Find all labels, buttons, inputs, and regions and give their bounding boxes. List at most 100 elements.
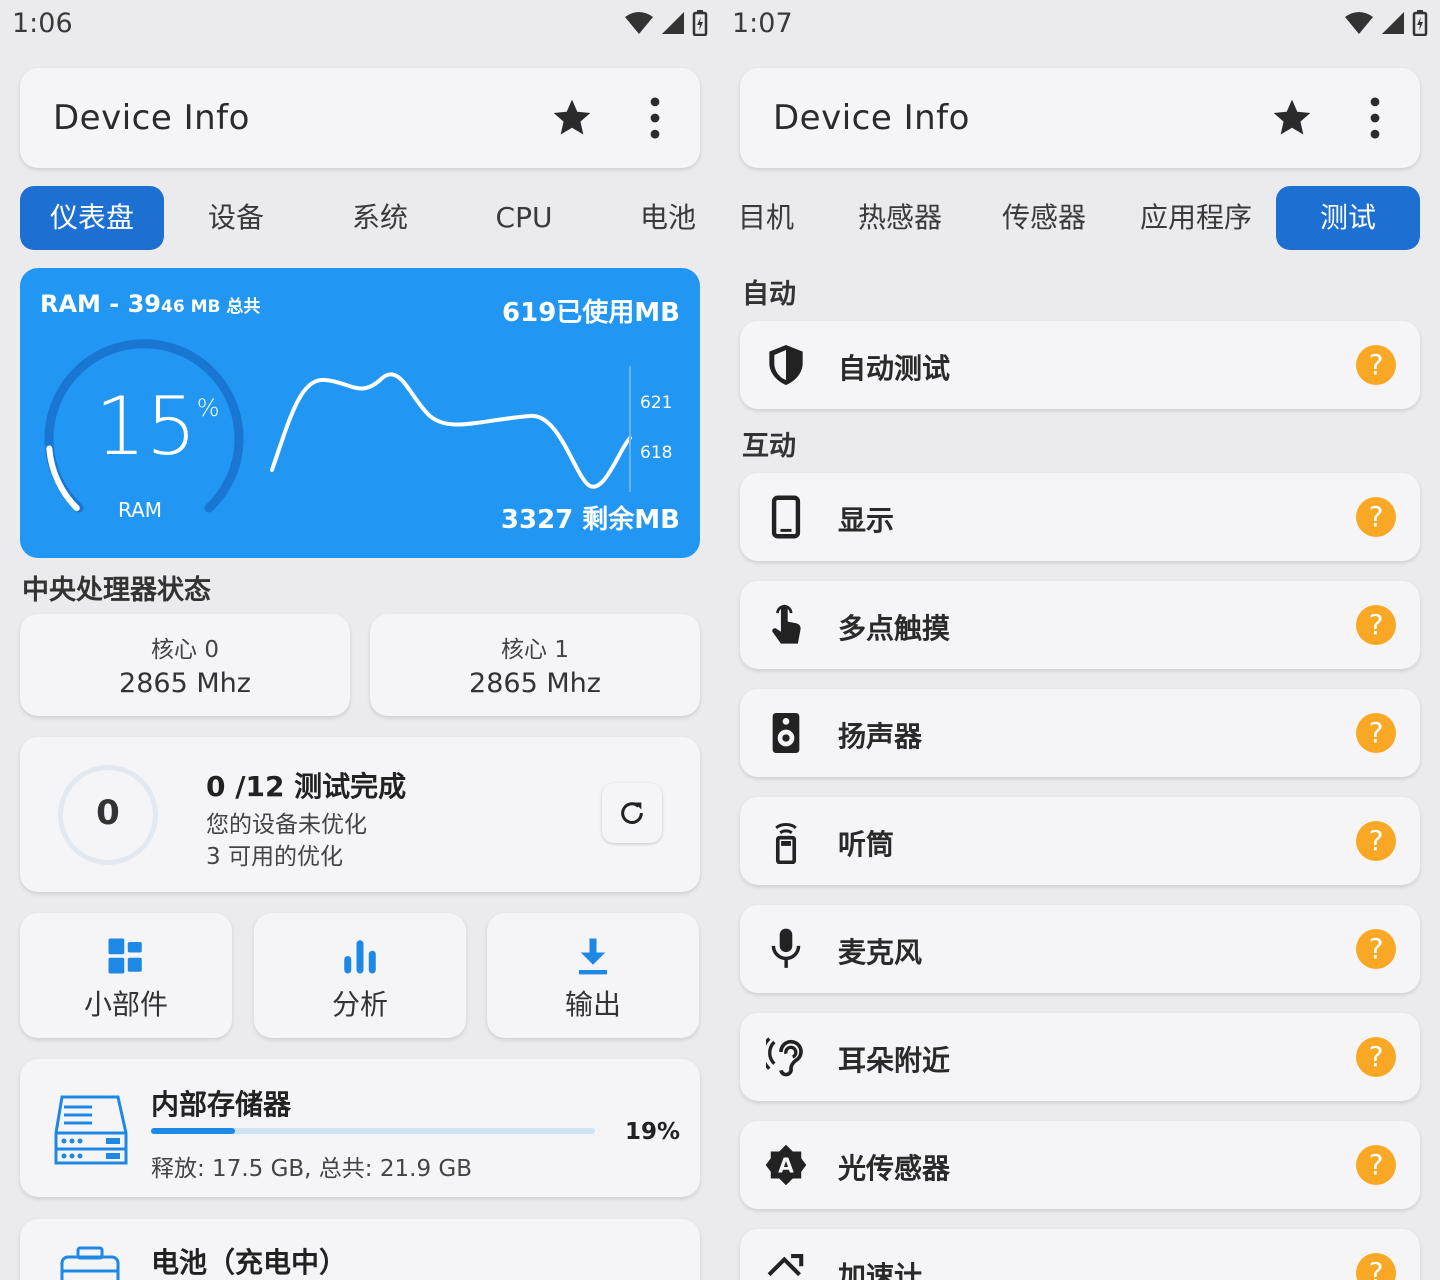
speaker-icon <box>772 713 800 753</box>
storage-progress-bar <box>151 1128 595 1134</box>
widgets-icon <box>108 938 142 974</box>
test-status: 您的设备未优化 <box>206 812 367 838</box>
tab-bar: 仪表盘 设备 系统 CPU 电池 <box>0 186 720 250</box>
list-item-label: 多点触摸 <box>838 612 951 645</box>
svg-text:A: A <box>778 1154 794 1178</box>
list-item-label: 加速计 <box>838 1260 923 1280</box>
app-title: Device Info <box>773 98 970 138</box>
core-card-0[interactable]: 核心 0 2865 Mhz <box>20 614 350 716</box>
app-bar: Device Info <box>20 68 700 168</box>
help-icon[interactable]: ? <box>1356 821 1396 861</box>
help-icon[interactable]: ? <box>1356 1145 1396 1185</box>
tab-apps[interactable]: 应用程序 <box>1116 186 1276 250</box>
light-sensor-icon: A <box>765 1144 807 1186</box>
list-item-light-sensor[interactable]: A 光传感器 ? <box>740 1121 1420 1209</box>
section-auto: 自动 <box>742 279 796 310</box>
help-icon[interactable]: ? <box>1356 1037 1396 1077</box>
storage-percent: 19% <box>624 1119 680 1145</box>
help-icon[interactable]: ? <box>1356 345 1396 385</box>
accelerometer-icon <box>767 1254 804 1277</box>
list-item-display[interactable]: 显示 ? <box>740 473 1420 561</box>
battery-case-icon <box>60 1246 120 1280</box>
more-options-icon[interactable] <box>640 96 670 140</box>
storage-title: 内部存储器 <box>151 1088 292 1121</box>
ram-used: 619已使用MB <box>502 298 680 328</box>
tab-camera[interactable]: 目机 <box>720 186 804 250</box>
list-item-accelerometer[interactable]: 加速计 ? <box>740 1229 1420 1280</box>
widgets-label: 小部件 <box>83 988 168 1021</box>
app-title: Device Info <box>53 98 250 138</box>
list-item-label: 扬声器 <box>838 720 923 753</box>
ram-total: RAM - 3946 MB 总共 <box>40 290 261 318</box>
battery-title: 电池（充电中） <box>151 1246 348 1279</box>
status-icons <box>1344 10 1428 36</box>
list-item-multitouch[interactable]: 多点触摸 ? <box>740 581 1420 669</box>
earpiece-icon <box>775 823 797 864</box>
list-item-speaker[interactable]: 扬声器 ? <box>740 689 1420 777</box>
microphone-icon <box>771 928 801 968</box>
help-icon[interactable]: ? <box>1356 1253 1396 1280</box>
ram-usage-graph <box>270 366 632 492</box>
core-frequency: 2865 Mhz <box>119 668 251 699</box>
download-icon <box>579 938 607 975</box>
help-icon[interactable]: ? <box>1356 497 1396 537</box>
favorite-star-icon[interactable] <box>1270 96 1314 140</box>
widgets-button[interactable]: 小部件 <box>20 913 232 1038</box>
bar-chart-icon <box>344 940 376 974</box>
tab-system[interactable]: 系统 <box>308 186 452 250</box>
list-item-earpiece[interactable]: 听筒 ? <box>740 797 1420 885</box>
list-item-auto-test[interactable]: 自动测试 ? <box>740 321 1420 409</box>
analysis-button[interactable]: 分析 <box>254 913 466 1038</box>
list-item-proximity[interactable]: 耳朵附近 ? <box>740 1013 1420 1101</box>
test-count: 0 <box>96 793 120 833</box>
graph-tick-high: 621 <box>640 393 673 413</box>
more-options-icon[interactable] <box>1360 96 1390 140</box>
tab-device[interactable]: 设备 <box>164 186 308 250</box>
list-item-label: 光传感器 <box>838 1152 951 1185</box>
core-label: 核心 1 <box>501 637 569 663</box>
list-item-label: 耳朵附近 <box>838 1044 951 1077</box>
storage-progress-fill <box>151 1128 236 1134</box>
internal-storage-card[interactable]: 内部存储器 19% 释放: 17.5 GB, 总共: 21.9 GB <box>20 1059 700 1197</box>
storage-detail: 释放: 17.5 GB, 总共: 21.9 GB <box>151 1156 472 1182</box>
list-item-label: 麦克风 <box>838 936 923 969</box>
help-icon[interactable]: ? <box>1356 713 1396 753</box>
shield-icon <box>769 345 803 385</box>
tab-dashboard[interactable]: 仪表盘 <box>20 186 164 250</box>
list-item-label: 听筒 <box>838 828 895 861</box>
export-label: 输出 <box>564 988 621 1021</box>
status-bar: 1:06 <box>0 0 720 50</box>
app-bar: Device Info <box>740 68 1420 168</box>
test-summary-card[interactable]: 0 0 /12 测试完成 您的设备未优化 3 可用的优化 <box>20 737 700 892</box>
tab-tests[interactable]: 测试 <box>1276 186 1420 250</box>
core-label: 核心 0 <box>151 637 219 663</box>
core-frequency: 2865 Mhz <box>469 668 601 699</box>
section-interactive: 互动 <box>742 431 796 462</box>
tab-sensors[interactable]: 传感器 <box>972 186 1116 250</box>
signal-icon <box>1382 12 1404 34</box>
refresh-icon <box>621 802 643 824</box>
refresh-button[interactable] <box>602 783 662 843</box>
test-title: 0 /12 测试完成 <box>206 770 407 803</box>
battery-card[interactable]: 电池（充电中） <box>20 1219 700 1280</box>
tab-thermal[interactable]: 热感器 <box>828 186 972 250</box>
wifi-icon <box>1345 12 1373 34</box>
core-card-1[interactable]: 核心 1 2865 Mhz <box>370 614 700 716</box>
help-icon[interactable]: ? <box>1356 929 1396 969</box>
ram-label: RAM <box>118 498 163 522</box>
tab-cpu[interactable]: CPU <box>452 186 596 250</box>
tab-battery[interactable]: 电池 <box>596 186 720 250</box>
status-icons <box>624 10 708 36</box>
favorite-star-icon[interactable] <box>550 96 594 140</box>
signal-icon <box>662 12 684 34</box>
help-icon[interactable]: ? <box>1356 605 1396 645</box>
battery-icon <box>692 10 708 36</box>
status-bar: 1:07 <box>720 0 1440 50</box>
ram-percent: 15% <box>95 380 220 473</box>
phone-icon <box>771 495 801 539</box>
wifi-icon <box>625 12 653 34</box>
list-item-label: 自动测试 <box>838 352 951 385</box>
list-item-microphone[interactable]: 麦克风 ? <box>740 905 1420 993</box>
ram-card[interactable]: RAM - 3946 MB 总共 619已使用MB 15% RAM 621 61… <box>20 268 700 558</box>
export-button[interactable]: 输出 <box>487 913 699 1038</box>
